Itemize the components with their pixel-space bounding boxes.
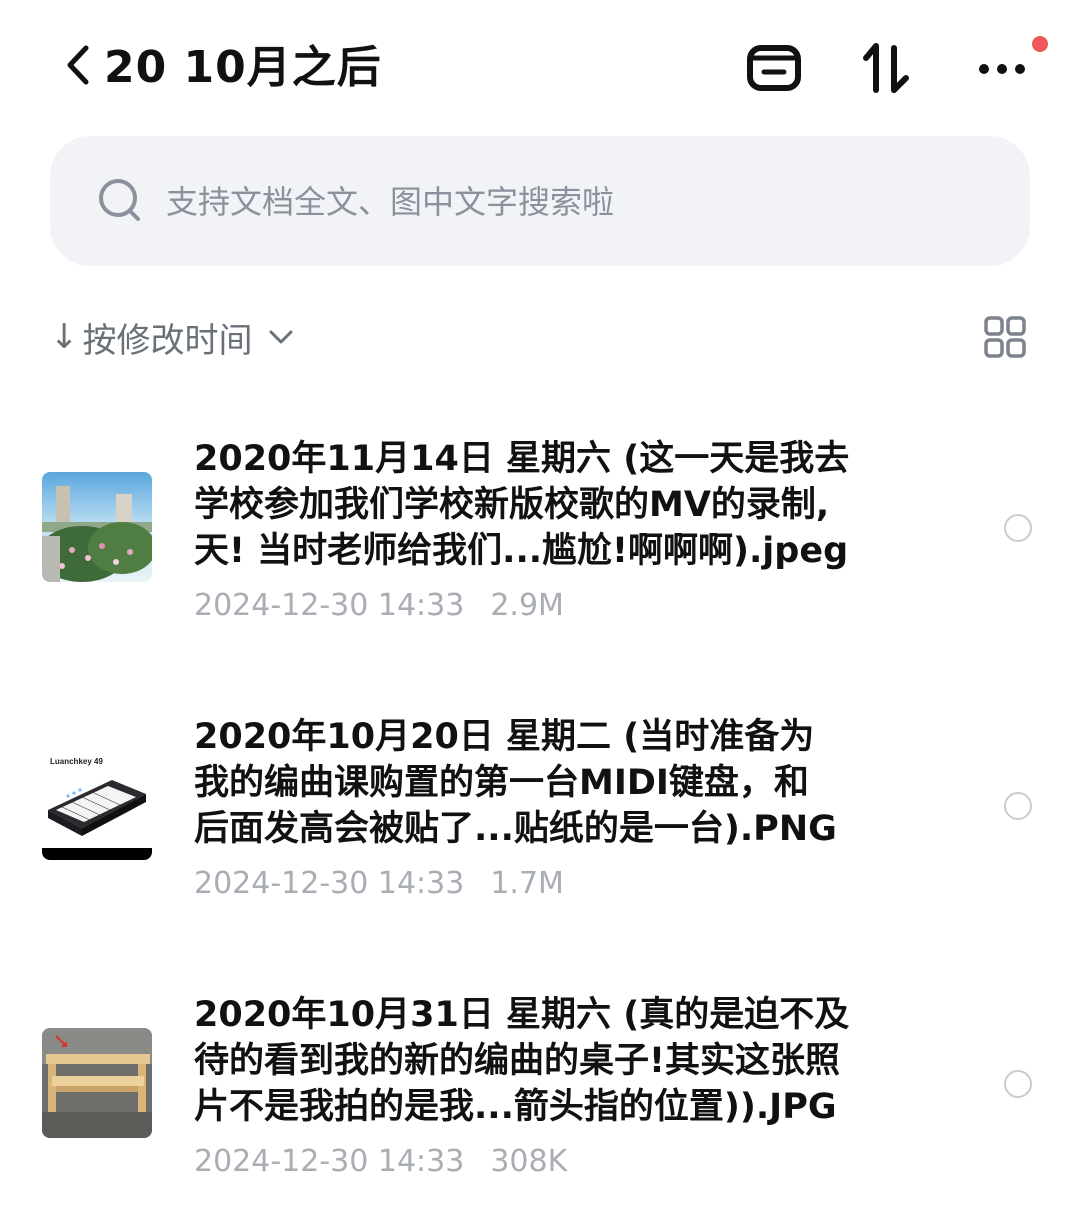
more-icon — [979, 64, 1025, 74]
back-chevron-icon[interactable] — [60, 40, 96, 90]
file-meta: 2024-12-30 14:33 308K — [194, 1142, 567, 1182]
file-size: 2.9M — [490, 588, 564, 623]
more-button[interactable] — [972, 36, 1032, 100]
select-radio[interactable] — [1004, 514, 1032, 542]
search-bar[interactable] — [50, 136, 1030, 266]
notification-dot — [1032, 36, 1048, 52]
file-name: 2020年11月14日 星期六 (这一天是我去 学校参加我们学校新版校歌的MV的… — [194, 439, 850, 571]
thumbnail-caption: Luanchkey 49 — [50, 757, 103, 766]
file-thumbnail — [42, 1028, 152, 1138]
chevron-down-icon — [269, 330, 292, 344]
sort-arrow-icon: ↓ — [50, 317, 79, 357]
sort-arrows-icon — [863, 43, 909, 93]
file-list-item[interactable]: Luanchkey 49 2020年10月20日 星期二 (当时准备为 我的编曲… — [0, 708, 1080, 928]
file-size: 1.7M — [490, 866, 564, 901]
file-date: 2024-12-30 14:33 — [194, 1144, 465, 1179]
file-name: 2020年10月31日 星期六 (真的是迫不及 待的看到我的新的编曲的桌子!其实… — [194, 995, 850, 1127]
file-date: 2024-12-30 14:33 — [194, 588, 465, 623]
file-meta: 2024-12-30 14:33 2.9M — [194, 586, 564, 626]
wooden-desk-photo — [42, 1028, 152, 1138]
top-bar: 20 10月之后 — [0, 0, 1080, 130]
search-input[interactable] — [164, 180, 868, 224]
sort-label: 按修改时间 — [82, 320, 253, 361]
sort-dropdown[interactable]: ↓ 按修改时间 — [50, 312, 299, 362]
archive-icon — [747, 45, 801, 91]
search-icon — [99, 179, 140, 221]
select-radio[interactable] — [1004, 1070, 1032, 1098]
archive-button[interactable] — [744, 36, 804, 100]
sort-button[interactable] — [858, 36, 918, 100]
file-size: 308K — [490, 1144, 568, 1179]
file-name: 2020年10月20日 星期二 (当时准备为 我的编曲课购置的第一台MIDI键盘… — [194, 717, 837, 849]
file-date: 2024-12-30 14:33 — [194, 866, 465, 901]
file-list-item[interactable]: 2020年11月14日 星期六 (这一天是我去 学校参加我们学校新版校歌的MV的… — [0, 430, 1080, 650]
file-thumbnail: Luanchkey 49 — [42, 750, 152, 860]
campus-photo-image — [42, 472, 152, 582]
file-list-item[interactable]: 2020年10月31日 星期六 (真的是迫不及 待的看到我的新的编曲的桌子!其实… — [0, 986, 1080, 1206]
file-meta: 2024-12-30 14:33 1.7M — [194, 864, 564, 904]
select-radio[interactable] — [1004, 792, 1032, 820]
grid-view-icon[interactable] — [984, 316, 1026, 358]
page-title: 20 10月之后 — [104, 42, 382, 93]
file-thumbnail — [42, 472, 152, 582]
midi-keyboard-image: Luanchkey 49 — [42, 750, 152, 860]
